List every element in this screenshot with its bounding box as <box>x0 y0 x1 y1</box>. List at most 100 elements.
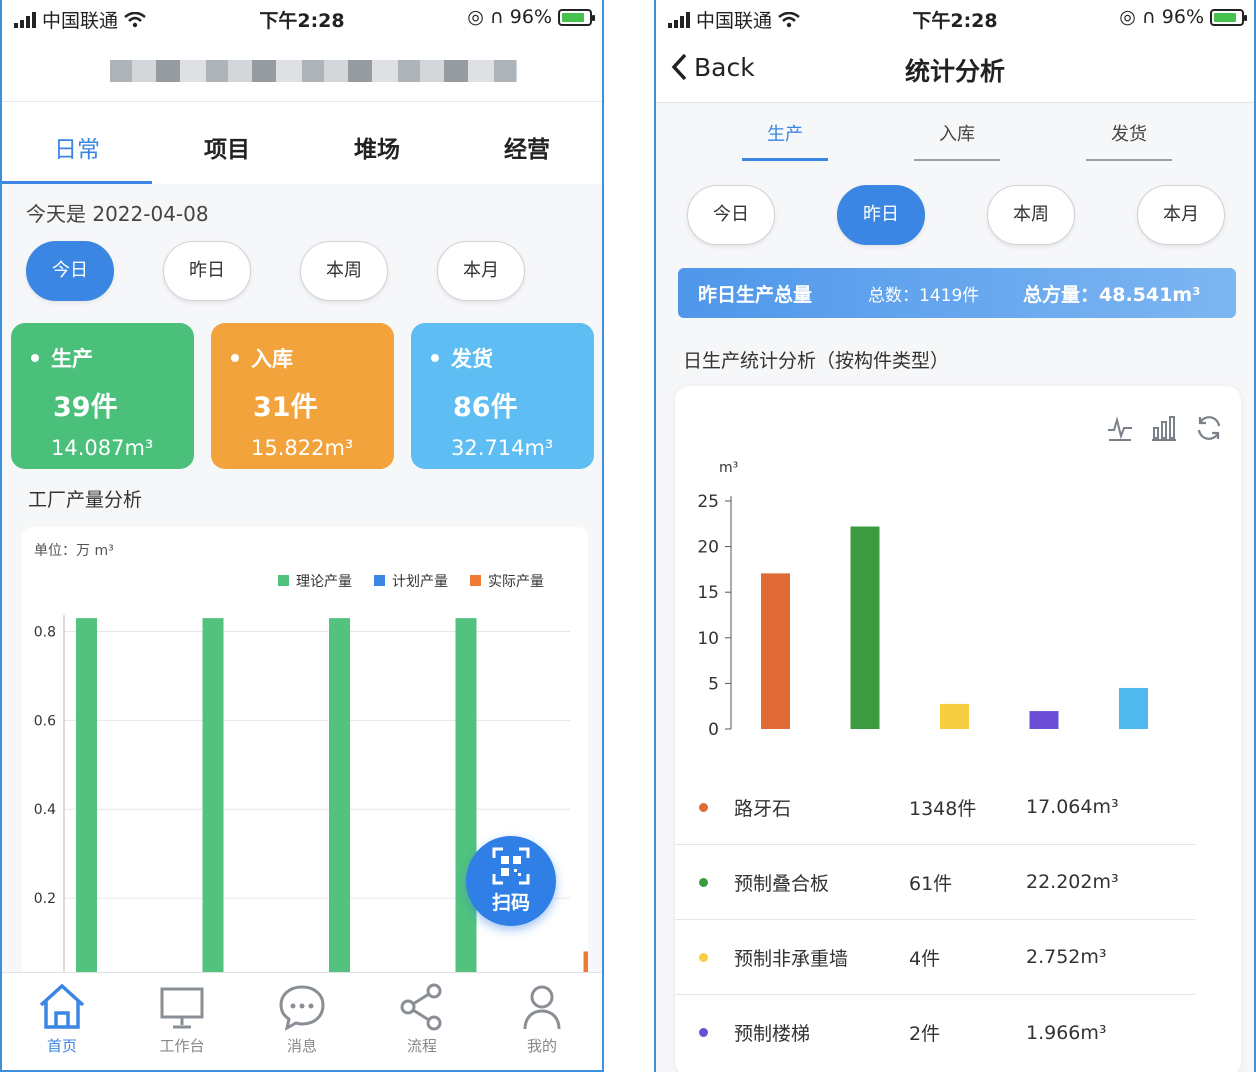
stat-tabs: 生产 入库 发货 <box>742 120 1172 161</box>
list-item[interactable]: 预制非承重墙 4件 2.752m³ <box>675 920 1195 995</box>
card-shipping[interactable]: 发货 86件 32.714m³ <box>411 323 594 469</box>
item-count: 4件 <box>909 947 941 970</box>
bar <box>940 703 969 729</box>
line-chart-icon[interactable] <box>1107 414 1133 442</box>
card-count: 31件 <box>253 392 318 423</box>
filter-yesterday[interactable]: 昨日 <box>163 241 251 301</box>
card-count: 39件 <box>53 392 118 423</box>
battery-icon <box>1210 8 1247 26</box>
item-name: 预制楼梯 <box>734 1023 811 1045</box>
unit-label: 单位：万 m³ <box>34 543 114 559</box>
nav-header: Back 统计分析 <box>656 38 1254 103</box>
y-tick-label: 0.2 <box>34 891 56 907</box>
item-name: 路牙石 <box>734 797 792 820</box>
card-storage[interactable]: 入库 31件 15.822m³ <box>211 323 394 469</box>
status-right: ◎ ∩ 96% <box>467 6 595 28</box>
legend-label: 理论产量 <box>296 574 352 590</box>
card-count: 86件 <box>453 392 518 423</box>
nav-flow[interactable]: 流程 <box>362 973 482 1070</box>
status-bar: 中国联通 下午2:28 ◎ ∩ 96% <box>656 0 1254 38</box>
item-count: 61件 <box>909 872 953 895</box>
scan-button[interactable]: 扫码 <box>466 836 556 926</box>
legend-swatch <box>470 575 481 586</box>
card-title: 入库 <box>251 347 293 371</box>
chat-icon <box>279 985 325 1031</box>
bullet-icon <box>431 354 439 362</box>
card-volume: 14.087m³ <box>51 436 154 460</box>
legend-dot <box>699 802 708 812</box>
legend-swatch <box>374 575 385 586</box>
item-name: 预制叠合板 <box>734 872 830 895</box>
filter-month[interactable]: 本月 <box>1137 185 1225 245</box>
y-tick-label: 5 <box>708 674 719 694</box>
filter-week[interactable]: 本周 <box>987 185 1075 245</box>
app-header <box>2 38 602 102</box>
page-title: 统计分析 <box>904 57 1005 86</box>
right-screen: 中国联通 下午2:28 ◎ ∩ 96% Back 统计分析 生产 入库 发货 今… <box>654 0 1256 1072</box>
qr-scan-icon <box>492 847 530 885</box>
headphone-icon: ◎ ∩ <box>1119 6 1156 28</box>
card-production[interactable]: 生产 39件 14.087m³ <box>11 323 194 469</box>
battery-icon <box>558 8 595 26</box>
nav-profile-label: 我的 <box>526 1037 557 1055</box>
home-icon <box>39 983 85 1029</box>
tab-business[interactable]: 经营 <box>452 102 602 184</box>
bar <box>850 526 880 729</box>
item-count: 1348件 <box>909 797 977 820</box>
bar-理论产量 <box>202 618 224 987</box>
tab-yard[interactable]: 堆场 <box>302 102 452 184</box>
card-volume: 32.714m³ <box>451 436 554 460</box>
list-item[interactable]: 预制叠合板 61件 22.202m³ <box>675 845 1195 920</box>
item-count: 2件 <box>909 1023 941 1045</box>
type-list: 路牙石 1348件 17.064m³ 预制叠合板 61件 22.202m³ 预制… <box>675 770 1195 1070</box>
tab-project[interactable]: 项目 <box>152 102 302 184</box>
date-filters: 今日 昨日 本周 本月 <box>687 185 1225 245</box>
y-tick-label: 0.4 <box>34 802 56 818</box>
legend-dot <box>699 952 708 962</box>
filter-month[interactable]: 本月 <box>437 241 525 301</box>
headphone-icon: ◎ ∩ <box>467 6 504 28</box>
bar <box>1029 711 1059 729</box>
list-item[interactable]: 路牙石 1348件 17.064m³ <box>675 770 1195 845</box>
user-icon <box>523 985 561 1030</box>
filter-today[interactable]: 今日 <box>687 185 775 245</box>
y-tick-label: 0 <box>708 720 719 740</box>
banner-label: 昨日生产总量 <box>698 283 813 306</box>
bar-理论产量 <box>76 618 97 987</box>
tab-shipping[interactable]: 发货 <box>1086 120 1172 161</box>
nav-home[interactable]: 首页 <box>2 973 122 1070</box>
bar <box>761 573 790 729</box>
bar-chart-icon[interactable] <box>1151 414 1177 442</box>
chart-toolbox <box>1107 414 1223 442</box>
nav-messages-label: 消息 <box>286 1037 317 1055</box>
legend-swatch <box>278 575 289 586</box>
y-axis-label: m³ <box>719 460 738 476</box>
filter-yesterday[interactable]: 昨日 <box>837 185 925 245</box>
item-volume: 1.966m³ <box>1026 1021 1107 1044</box>
summary-banner: 昨日生产总量 总数：1419件 总方量：48.541m³ <box>678 268 1236 318</box>
y-tick-label: 25 <box>697 492 719 512</box>
refresh-icon[interactable] <box>1195 414 1223 442</box>
tab-daily[interactable]: 日常 <box>2 102 152 184</box>
y-tick-label: 10 <box>697 629 719 649</box>
legend-dot <box>699 877 708 887</box>
filter-today[interactable]: 今日 <box>26 241 114 301</box>
tab-storage[interactable]: 入库 <box>914 120 1000 161</box>
item-volume: 17.064m³ <box>1026 796 1119 818</box>
nav-profile[interactable]: 我的 <box>482 973 602 1070</box>
bar <box>1119 687 1148 729</box>
nav-flow-label: 流程 <box>406 1037 437 1055</box>
tab-production[interactable]: 生产 <box>742 120 828 161</box>
bottom-nav: 首页 工作台 消息 流程 我的 <box>2 972 602 1070</box>
card-volume: 15.822m³ <box>251 436 354 460</box>
bullet-icon <box>31 354 39 362</box>
nav-workbench[interactable]: 工作台 <box>122 973 242 1070</box>
nav-messages[interactable]: 消息 <box>242 973 362 1070</box>
battery-percent: 96% <box>1161 6 1204 28</box>
list-item[interactable]: 预制楼梯 2件 1.966m³ <box>675 995 1195 1070</box>
left-screen: 中国联通 下午2:28 ◎ ∩ 96% 日常 项目 堆场 经营 今天是 2022… <box>0 0 604 1072</box>
filter-week[interactable]: 本周 <box>300 241 388 301</box>
bullet-icon <box>231 354 239 362</box>
item-volume: 2.752m³ <box>1026 946 1107 968</box>
legend-dot <box>699 1028 708 1037</box>
